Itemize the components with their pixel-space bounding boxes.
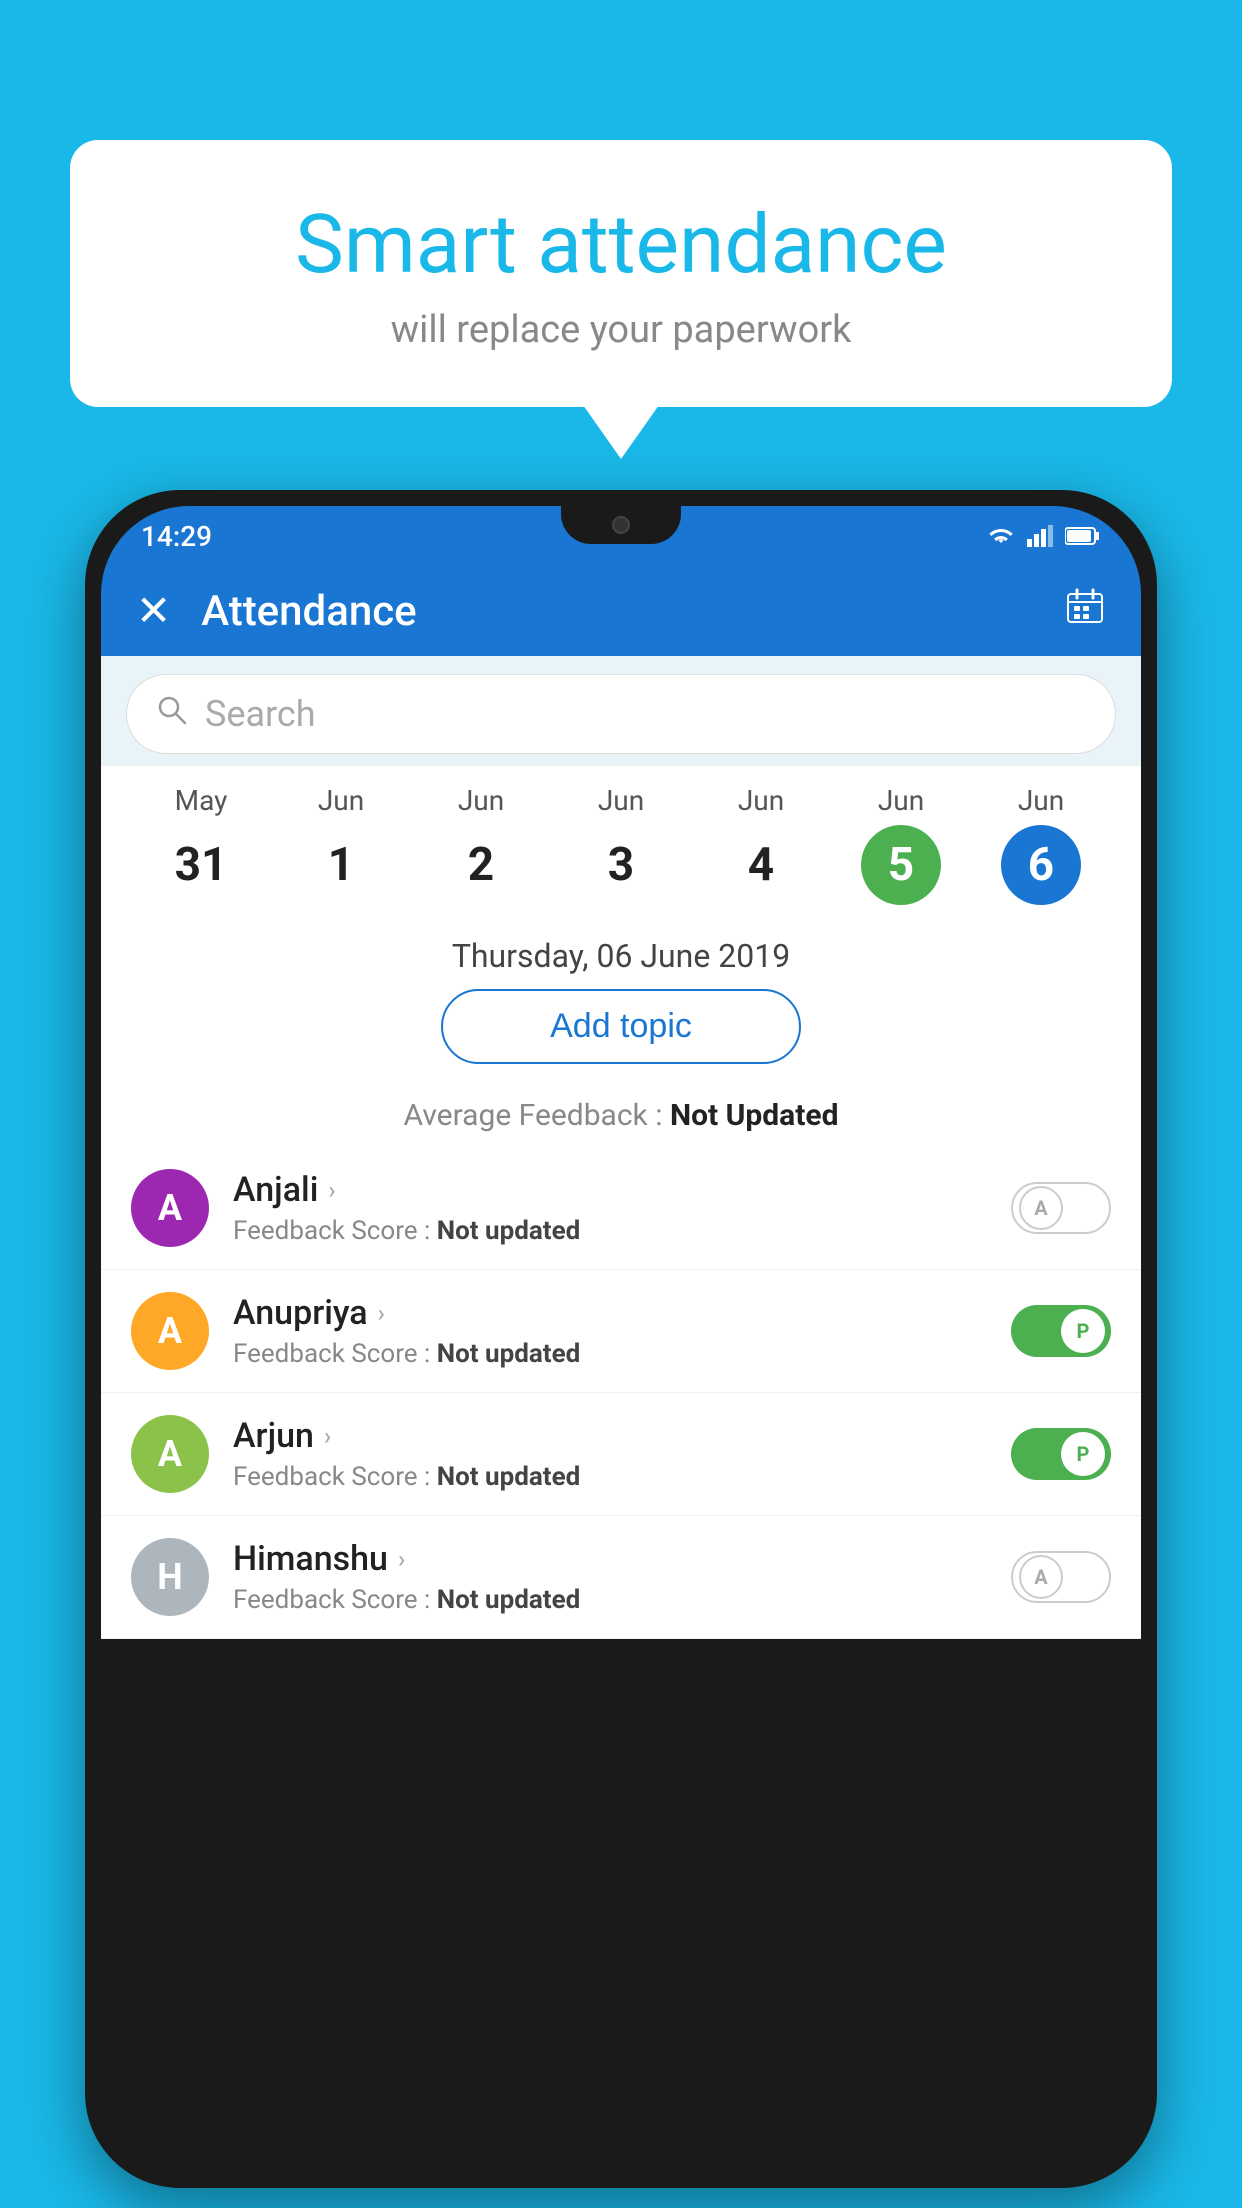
toggle-thumb: P (1061, 1309, 1105, 1353)
phone-inner: 14:29 (93, 498, 1149, 2180)
app-bar-title: Attendance (201, 587, 1064, 636)
bubble-subtitle: will replace your paperwork (120, 308, 1122, 352)
student-feedback: Feedback Score : Not updated (233, 1339, 1011, 1369)
student-info: Anupriya› Feedback Score : Not updated (233, 1293, 1011, 1369)
student-avatar: A (131, 1169, 209, 1247)
date-number: 31 (161, 825, 241, 905)
battery-icon (1065, 526, 1101, 546)
avg-feedback-value: Not Updated (670, 1098, 839, 1133)
speech-bubble-wrapper: Smart attendance will replace your paper… (70, 140, 1172, 407)
date-item-0[interactable]: May 31 (161, 784, 241, 905)
student-feedback: Feedback Score : Not updated (233, 1462, 1011, 1492)
student-list: AAnjali›Feedback Score : Not updatedAAAn… (101, 1147, 1141, 1639)
wifi-icon (985, 525, 1017, 547)
student-item-3: H Himanshu› Feedback Score : Not updated A (101, 1516, 1141, 1639)
attendance-toggle[interactable]: A (1011, 1182, 1111, 1234)
student-name[interactable]: Anjali› (233, 1170, 1011, 1210)
toggle-thumb: A (1019, 1186, 1063, 1230)
student-feedback: Feedback Score : Not updated (233, 1585, 1011, 1615)
date-item-5[interactable]: Jun 5 (861, 784, 941, 905)
student-avatar: H (131, 1538, 209, 1616)
search-icon (157, 695, 187, 733)
date-item-2[interactable]: Jun 2 (441, 784, 521, 905)
app-bar: ✕ Attendance (101, 566, 1141, 656)
date-strip: May 31 Jun 1 Jun 2 Jun 3 Jun 4 Jun 5 Jun 6 (101, 766, 1141, 917)
date-number: 2 (441, 825, 521, 905)
student-item-1: A Anupriya› Feedback Score : Not updated P (101, 1270, 1141, 1393)
status-bar: 14:29 (101, 506, 1141, 566)
search-bar[interactable]: Search (126, 674, 1116, 754)
toggle-thumb: A (1019, 1555, 1063, 1599)
attendance-toggle[interactable]: P (1011, 1428, 1111, 1480)
date-month-label: Jun (458, 784, 504, 817)
toggle-thumb: P (1061, 1432, 1105, 1476)
date-number: 3 (581, 825, 661, 905)
date-item-6[interactable]: Jun 6 (1001, 784, 1081, 905)
phone-screen: 14:29 (101, 506, 1141, 2172)
date-number: 4 (721, 825, 801, 905)
date-month-label: Jun (738, 784, 784, 817)
student-info: Anjali› Feedback Score : Not updated (233, 1170, 1011, 1246)
date-number: 1 (301, 825, 381, 905)
date-number: 5 (861, 825, 941, 905)
notch (561, 506, 681, 544)
speech-bubble: Smart attendance will replace your paper… (70, 140, 1172, 407)
avg-feedback: Average Feedback : Not Updated (101, 1098, 1141, 1147)
attendance-toggle[interactable]: A (1011, 1551, 1111, 1603)
date-month-label: May (175, 784, 228, 817)
student-item-0: AAnjali›Feedback Score : Not updatedA (101, 1147, 1141, 1270)
search-bar-wrapper: Search (101, 656, 1141, 766)
date-month-label: Jun (598, 784, 644, 817)
status-icons (985, 525, 1101, 547)
date-item-3[interactable]: Jun 3 (581, 784, 661, 905)
student-avatar: A (131, 1292, 209, 1370)
student-name[interactable]: Himanshu› (233, 1539, 1011, 1579)
student-info: Arjun› Feedback Score : Not updated (233, 1416, 1011, 1492)
date-month-label: Jun (318, 784, 364, 817)
avg-feedback-label: Average Feedback : (404, 1098, 663, 1133)
date-number: 6 (1001, 825, 1081, 905)
student-feedback: Feedback Score : Not updated (233, 1216, 1011, 1246)
date-month-label: Jun (878, 784, 924, 817)
calendar-icon[interactable] (1064, 586, 1106, 637)
close-button[interactable]: ✕ (136, 586, 171, 636)
phone-frame: 14:29 (85, 490, 1157, 2188)
chevron-icon: › (398, 1545, 405, 1573)
screen-content: Search May 31 Jun 1 Jun 2 Jun 3 Jun 4 Jun 5 Jun 6 Thu… (101, 656, 1141, 2172)
chevron-icon: › (324, 1422, 331, 1450)
student-name[interactable]: Arjun› (233, 1416, 1011, 1456)
camera-dot (612, 516, 630, 534)
add-topic-button[interactable]: Add topic (441, 989, 801, 1064)
date-item-4[interactable]: Jun 4 (721, 784, 801, 905)
student-avatar: A (131, 1415, 209, 1493)
student-name[interactable]: Anupriya› (233, 1293, 1011, 1333)
chevron-icon: › (378, 1299, 385, 1327)
bubble-title: Smart attendance (120, 200, 1122, 290)
student-item-2: A Arjun› Feedback Score : Not updated P (101, 1393, 1141, 1516)
student-info: Himanshu› Feedback Score : Not updated (233, 1539, 1011, 1615)
signal-icon (1027, 525, 1055, 547)
selected-date-info: Thursday, 06 June 2019 (101, 917, 1141, 989)
status-time: 14:29 (141, 520, 212, 553)
date-month-label: Jun (1018, 784, 1064, 817)
attendance-toggle[interactable]: P (1011, 1305, 1111, 1357)
date-item-1[interactable]: Jun 1 (301, 784, 381, 905)
search-placeholder: Search (205, 693, 316, 735)
chevron-icon: › (328, 1176, 335, 1204)
